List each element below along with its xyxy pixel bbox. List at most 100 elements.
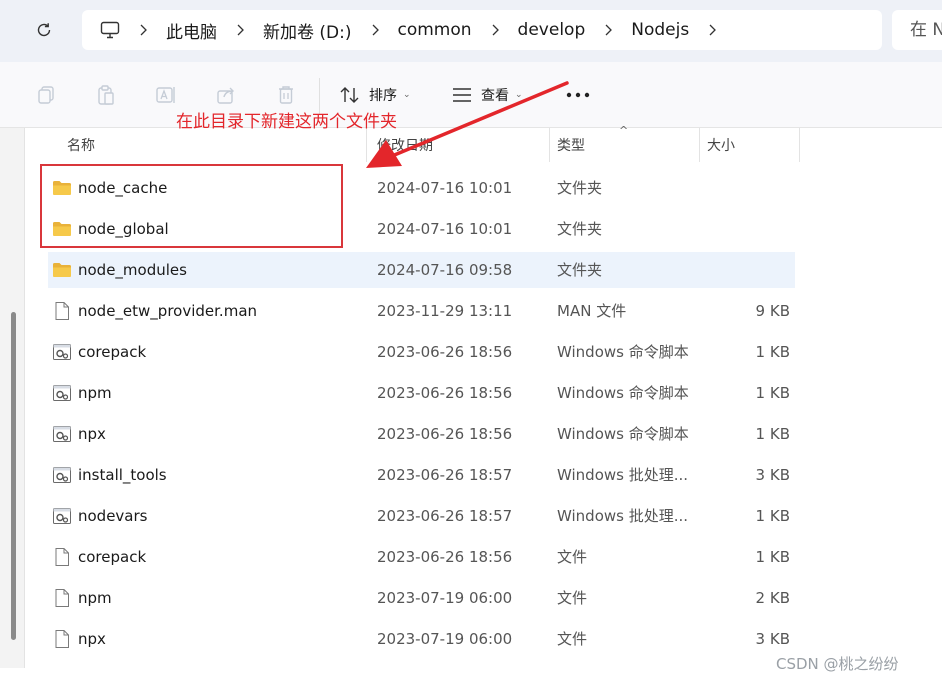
file-type: 文件夹 xyxy=(557,220,603,238)
file-name: node_etw_provider.man xyxy=(78,302,258,320)
file-name: install_tools xyxy=(78,466,167,484)
file-row[interactable]: nodevars 2023-06-26 18:57 Windows 批处理... 1 … xyxy=(48,498,795,534)
file-date: 2023-07-19 06:00 xyxy=(377,589,513,607)
script-icon xyxy=(52,383,72,403)
file-date: 2023-06-26 18:57 xyxy=(377,466,513,484)
file-date: 2023-06-26 18:56 xyxy=(377,384,513,402)
chevron-right-icon[interactable] xyxy=(697,24,727,36)
breadcrumb-item-this-pc[interactable]: 此电脑 xyxy=(158,18,225,43)
chevron-down-icon: ⌄ xyxy=(515,90,523,100)
file-name: nodevars xyxy=(78,507,148,525)
column-divider[interactable] xyxy=(549,128,550,162)
breadcrumb-item-nodejs[interactable]: Nodejs xyxy=(623,20,697,40)
file-size: 1 KB xyxy=(755,507,790,525)
file-icon xyxy=(52,588,72,608)
annotation-text: 在此目录下新建这两个文件夹 xyxy=(176,112,397,132)
search-input[interactable]: 在 N xyxy=(892,10,942,50)
file-name: npx xyxy=(78,425,106,443)
chevron-right-icon xyxy=(225,24,255,36)
file-date: 2023-06-26 18:56 xyxy=(377,425,513,443)
column-header-size[interactable]: 大小 xyxy=(707,128,735,162)
breadcrumb-item-common[interactable]: common xyxy=(390,20,480,40)
rename-icon[interactable] xyxy=(153,82,179,108)
sort-caret-icon: ^ xyxy=(619,124,629,137)
script-icon xyxy=(52,506,72,526)
file-date: 2024-07-16 10:01 xyxy=(377,179,513,197)
column-divider[interactable] xyxy=(799,128,800,162)
refresh-button[interactable] xyxy=(28,14,60,46)
file-type: Windows 批处理... xyxy=(557,466,689,484)
file-size: 2 KB xyxy=(755,589,790,607)
script-icon xyxy=(52,342,72,362)
annotation-highlight-box xyxy=(40,164,343,248)
file-row[interactable]: npx 2023-07-19 06:00 文件 3 KB xyxy=(48,621,795,657)
breadcrumb-item-develop[interactable]: develop xyxy=(510,20,594,40)
file-date: 2023-06-26 18:57 xyxy=(377,507,513,525)
file-row[interactable]: npx 2023-06-26 18:56 Windows 命令脚本 1 KB xyxy=(48,416,795,452)
file-type: Windows 批处理... xyxy=(557,507,689,525)
file-row[interactable]: node_modules 2024-07-16 09:58 文件夹 xyxy=(48,252,795,288)
watermark: CSDN @桃之纷纷 xyxy=(776,655,899,673)
column-header-name[interactable]: 名称 xyxy=(67,128,95,162)
file-row[interactable]: corepack 2023-06-26 18:56 文件 1 KB xyxy=(48,539,795,575)
file-name: npm xyxy=(78,589,112,607)
file-row[interactable]: node_etw_provider.man 2023-11-29 13:11 MAN… xyxy=(48,293,795,329)
column-header-date[interactable]: 修改日期 xyxy=(377,128,433,162)
address-bar-area: 此电脑 新加卷 (D:) common develop Nodejs 在 N xyxy=(0,0,942,62)
more-icon xyxy=(566,92,590,98)
file-size: 1 KB xyxy=(755,425,790,443)
column-divider[interactable] xyxy=(366,128,367,162)
file-row[interactable]: npm 2023-06-26 18:56 Windows 命令脚本 1 KB xyxy=(48,375,795,411)
folder-icon xyxy=(52,260,72,280)
this-pc-icon[interactable] xyxy=(98,18,122,42)
file-date: 2023-06-26 18:56 xyxy=(377,548,513,566)
share-icon[interactable] xyxy=(213,82,239,108)
file-icon xyxy=(52,301,72,321)
breadcrumb-item-drive[interactable]: 新加卷 (D:) xyxy=(255,18,360,43)
file-date: 2023-06-26 18:56 xyxy=(377,343,513,361)
view-button[interactable]: 查看 ⌄ xyxy=(451,82,523,108)
file-row[interactable]: npm 2023-07-19 06:00 文件 2 KB xyxy=(48,580,795,616)
file-type: 文件 xyxy=(557,548,588,566)
file-type: Windows 命令脚本 xyxy=(557,425,689,443)
file-icon xyxy=(52,547,72,567)
file-date: 2023-07-19 06:00 xyxy=(377,630,513,648)
file-name: node_modules xyxy=(78,261,187,279)
script-icon xyxy=(52,465,72,485)
file-date: 2024-07-16 10:01 xyxy=(377,220,513,238)
chevron-right-icon xyxy=(360,24,390,36)
file-type: MAN 文件 xyxy=(557,302,627,320)
delete-icon[interactable] xyxy=(273,82,299,108)
file-row[interactable]: install_tools 2023-06-26 18:57 Windows 批处理… xyxy=(48,457,795,493)
column-divider[interactable] xyxy=(699,128,700,162)
column-header-type[interactable]: 类型 xyxy=(557,128,585,162)
view-label: 查看 xyxy=(481,88,509,104)
command-bar: 排序 ⌄ 查看 ⌄ xyxy=(0,62,942,128)
sort-label: 排序 xyxy=(369,88,397,104)
chevron-right-icon xyxy=(480,24,510,36)
sort-button[interactable]: 排序 ⌄ xyxy=(339,82,411,108)
file-type: Windows 命令脚本 xyxy=(557,343,689,361)
refresh-icon xyxy=(37,23,51,37)
file-size: 1 KB xyxy=(755,384,790,402)
more-options-button[interactable] xyxy=(565,82,591,108)
file-row[interactable]: corepack 2023-06-26 18:56 Windows 命令脚本 1 KB xyxy=(48,334,795,370)
chevron-right-icon xyxy=(593,24,623,36)
pane-divider xyxy=(24,128,25,668)
chevron-down-icon: ⌄ xyxy=(403,90,411,100)
file-size: 3 KB xyxy=(755,630,790,648)
paste-icon[interactable] xyxy=(93,82,119,108)
file-name: corepack xyxy=(78,343,147,361)
file-name: npm xyxy=(78,384,112,402)
breadcrumb[interactable]: 此电脑 新加卷 (D:) common develop Nodejs xyxy=(82,10,882,50)
sort-icon xyxy=(340,87,359,103)
file-type: Windows 命令脚本 xyxy=(557,384,689,402)
view-icon xyxy=(453,88,471,102)
file-size: 9 KB xyxy=(755,302,790,320)
script-icon xyxy=(52,424,72,444)
chevron-right-icon xyxy=(128,24,158,36)
scrollbar-thumb[interactable] xyxy=(11,312,16,640)
file-date: 2023-11-29 13:11 xyxy=(377,302,513,320)
file-icon xyxy=(52,629,72,649)
copy-icon[interactable] xyxy=(33,82,59,108)
